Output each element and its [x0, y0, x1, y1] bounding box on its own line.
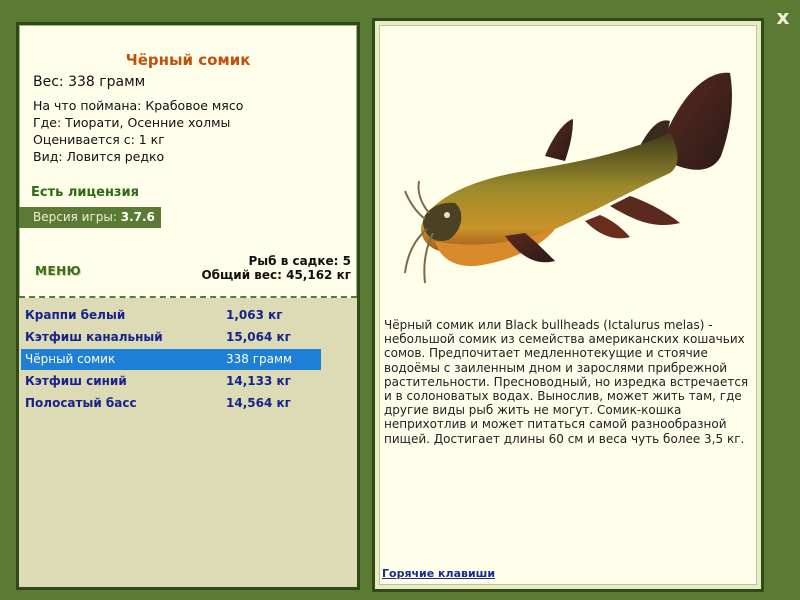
catch-name: Кэтфиш канальный [25, 330, 163, 344]
fish-rarity: Вид: Ловится редко [33, 149, 165, 164]
hotkeys-link[interactable]: Горячие клавиши [382, 567, 495, 580]
fish-weight: Вес: 338 грамм [33, 74, 146, 90]
catch-name: Полосатый басс [25, 396, 137, 410]
license-status: Есть лицензия [31, 185, 139, 200]
close-button[interactable]: x [772, 6, 794, 28]
total-weight: Общий вес: 45,162 кг [201, 268, 351, 282]
fish-title: Чёрный сомик [125, 51, 251, 69]
catch-weight: 15,064 кг [226, 330, 291, 344]
catch-name: Кэтфиш синий [25, 374, 127, 388]
catch-list-item-selected[interactable]: Чёрный сомик 338 грамм [21, 349, 321, 370]
version-badge: Версия игры: 3.7.6 [19, 207, 161, 228]
fish-info-panel: Чёрный сомик Вес: 338 грамм На что пойма… [16, 22, 360, 590]
menu-button[interactable]: МЕНЮ [35, 264, 81, 278]
fish-count: Рыб в садке: 5 [248, 254, 352, 268]
catch-weight: 338 грамм [226, 352, 293, 366]
catch-list-item[interactable]: Краппи белый 1,063 кг [21, 305, 321, 326]
catch-list: Краппи белый 1,063 кг Кэтфиш канальный 1… [19, 298, 357, 587]
catch-name: Краппи белый [25, 308, 126, 322]
fish-bait: На что поймана: Крабовое мясо [33, 98, 244, 113]
catch-weight: 14,564 кг [226, 396, 291, 410]
catch-list-item[interactable]: Полосатый басс 14,564 кг [21, 393, 321, 414]
catch-list-item[interactable]: Кэтфиш синий 14,133 кг [21, 371, 321, 392]
fish-detail-panel: Чёрный сомик или Black bullheads (Ictalu… [372, 18, 764, 592]
catch-weight: 14,133 кг [226, 374, 291, 388]
fish-value: Оценивается с: 1 кг [33, 132, 165, 147]
catch-list-item[interactable]: Кэтфиш канальный 15,064 кг [21, 327, 321, 348]
version-label: Версия игры: [33, 210, 117, 224]
catch-name: Чёрный сомик [25, 352, 116, 366]
fish-description: Чёрный сомик или Black bullheads (Ictalu… [384, 318, 749, 446]
fish-location: Где: Тиорати, Осенние холмы [33, 115, 231, 130]
catfish-image [404, 72, 732, 284]
catch-weight: 1,063 кг [226, 308, 283, 322]
version-value: 3.7.6 [120, 210, 155, 224]
